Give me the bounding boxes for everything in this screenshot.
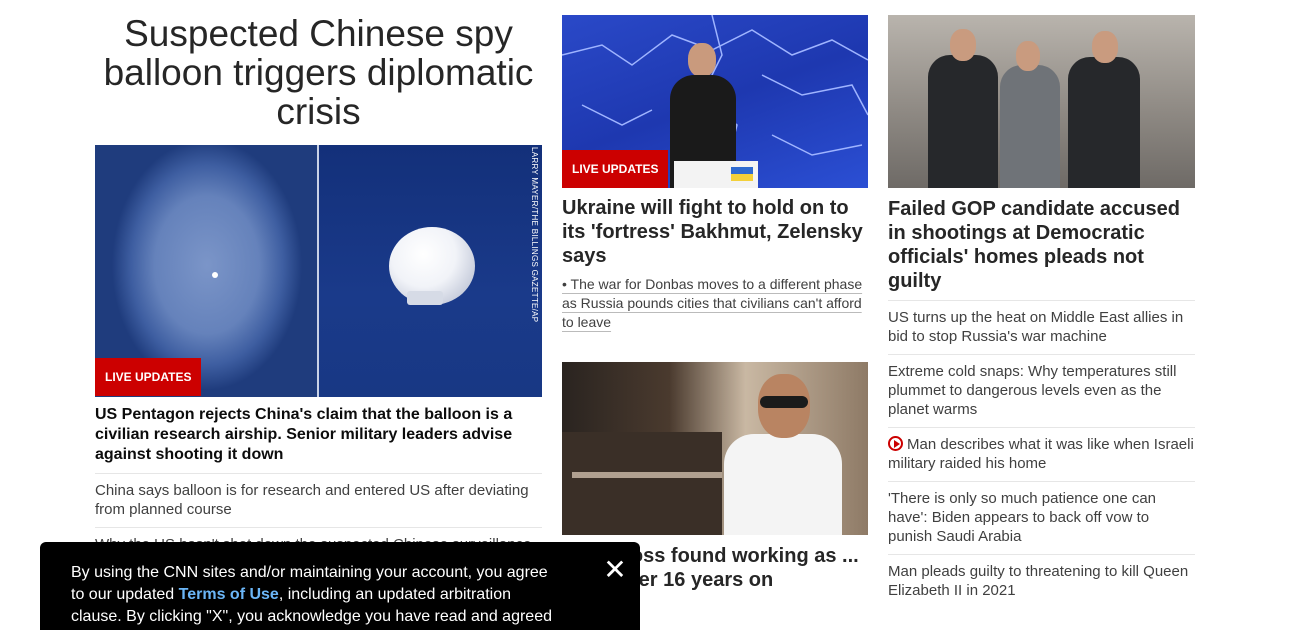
flag (731, 167, 753, 181)
suspect-figure (1000, 65, 1060, 188)
lead-subheadline[interactable]: US Pentagon rejects China's claim that t… (95, 405, 542, 474)
live-updates-badge[interactable]: LIVE UPDATES (95, 358, 202, 396)
play-circle-icon (888, 436, 903, 451)
balloon-gondola (407, 291, 443, 305)
story-title[interactable]: Ukraine will fight to hold on to its 'fo… (562, 196, 868, 268)
page-headline[interactable]: Suspected Chinese spy balloon triggers d… (95, 14, 542, 131)
list-item[interactable]: US turns up the heat on Middle East alli… (888, 301, 1195, 355)
close-icon[interactable]: ✕ (603, 556, 627, 584)
list-item[interactable]: 'There is only so much patience one can … (888, 482, 1195, 555)
story-title[interactable]: Failed GOP candidate accused in shooting… (888, 197, 1195, 301)
gop-image[interactable] (888, 15, 1195, 188)
officer-left (928, 55, 998, 188)
suspect-head (1016, 41, 1040, 71)
middle-column: LIVE UPDATES Ukraine will fight to hold … (562, 0, 868, 592)
live-updates-badge[interactable]: LIVE UPDATES (562, 150, 669, 188)
speaker-head (688, 43, 716, 77)
hero-image-right (319, 145, 542, 397)
terms-of-use-link[interactable]: Terms of Use (179, 586, 279, 603)
sunglasses (760, 396, 808, 408)
hero-image[interactable]: LARRY MAYER/THE BILLINGS GAZETTE/AP LIVE… (95, 145, 542, 397)
list-item[interactable]: Extreme cold snaps: Why temperatures sti… (888, 355, 1195, 428)
officer-right (1068, 57, 1140, 188)
podium (674, 161, 758, 188)
officer-head (950, 29, 976, 61)
terms-banner: By using the CNN sites and/or maintainin… (40, 542, 640, 630)
list-item-text: Man describes what it was like when Isra… (888, 436, 1194, 472)
photo-credit: LARRY MAYER/THE BILLINGS GAZETTE/AP (530, 147, 539, 323)
chef-body (724, 434, 842, 535)
story-bullet[interactable]: • The war for Donbas moves to a differen… (562, 275, 868, 332)
balloon-dot (212, 272, 218, 278)
chef-image[interactable] (562, 362, 868, 535)
officer-head (1092, 31, 1118, 63)
list-item[interactable]: Man pleads guilty to threatening to kill… (888, 555, 1195, 608)
kitchen-counter (572, 472, 722, 478)
zelensky-image[interactable]: LIVE UPDATES (562, 15, 868, 188)
kitchen-shelf (562, 432, 722, 535)
list-item[interactable]: Man describes what it was like when Isra… (888, 428, 1195, 482)
right-column: Failed GOP candidate accused in shooting… (888, 0, 1195, 608)
lead-column: Suspected Chinese spy balloon triggers d… (95, 0, 542, 563)
list-item[interactable]: China says balloon is for research and e… (95, 474, 542, 528)
